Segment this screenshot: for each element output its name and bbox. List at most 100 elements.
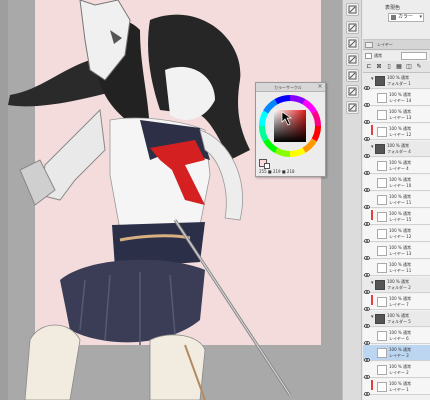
layer-name: レイヤー 1 — [389, 387, 409, 392]
folder-toggle-icon[interactable]: ▾ — [371, 76, 374, 82]
layer-tab[interactable]: レイヤー — [363, 40, 430, 50]
close-icon[interactable]: × — [317, 84, 323, 90]
eye-icon[interactable] — [364, 127, 370, 142]
folder-icon — [375, 144, 385, 154]
layer-toolbar: ⊏ ⊠ ▯ ▦ ◫ ✎ — [363, 61, 430, 134]
eye-icon[interactable] — [364, 331, 370, 346]
layer-tab-label: レイヤー — [377, 42, 393, 47]
layer-name: レイヤー 10 — [389, 183, 412, 188]
eye-icon[interactable] — [364, 76, 370, 91]
eye-icon[interactable] — [364, 280, 370, 295]
layer-blend-info: 100 % 通常 — [387, 143, 409, 148]
eye-icon[interactable] — [364, 178, 370, 193]
blend-mode-value: 通常 — [374, 53, 382, 58]
layer-blend-info: 100 % 通常 — [389, 92, 411, 97]
layer-row[interactable]: 100 % 通常 レイヤー 6 — [363, 328, 430, 346]
draft-icon[interactable]: ✎ — [415, 63, 423, 71]
eye-icon[interactable] — [364, 212, 370, 227]
tool-icon-1[interactable] — [346, 3, 359, 16]
layer-row[interactable]: 100 % 通常 レイヤー 3 — [363, 345, 430, 363]
eye-icon[interactable] — [364, 161, 370, 176]
layer-folder-row[interactable]: ▾ 100 % 通常 フォルダー 1 — [363, 73, 430, 91]
palette-body: 255 ■ 219 ■ 218 — [256, 93, 325, 177]
mask-icon[interactable]: ◫ — [405, 63, 413, 71]
clipping-marker — [371, 295, 373, 305]
layer-row[interactable]: 100 % 通常 レイヤー 1 — [363, 379, 430, 397]
eye-icon[interactable] — [364, 246, 370, 261]
layer-thumbnail — [377, 212, 387, 222]
tool-icon-3[interactable] — [346, 37, 359, 50]
layer-blend-info: 100 % 通常 — [389, 109, 411, 114]
layer-folder-row[interactable]: ▾ 100 % 通常 フォルダー 2 — [363, 277, 430, 295]
layer-name: レイヤー 6 — [389, 336, 409, 341]
layer-blend-info: 100 % 通常 — [389, 160, 411, 165]
eye-icon[interactable] — [364, 348, 370, 363]
layer-row[interactable]: 100 % 通常 レイヤー 13 — [363, 243, 430, 261]
eye-icon[interactable] — [364, 382, 370, 397]
layer-row[interactable]: 100 % 通常 レイヤー 11 — [363, 192, 430, 210]
lock-icon[interactable]: ▯ — [385, 63, 393, 71]
reference-layer-icon[interactable]: ⊠ — [375, 63, 383, 71]
eye-icon[interactable] — [364, 93, 370, 108]
clip-icon[interactable]: ⊏ — [365, 63, 373, 71]
layer-name: レイヤー 12 — [389, 234, 412, 239]
layer-row[interactable]: 100 % 通常 レイヤー 13 — [363, 107, 430, 125]
folder-toggle-icon[interactable]: ▾ — [371, 314, 374, 320]
layer-blend-info: 100 % 通常 — [389, 228, 411, 233]
tool-icon-6[interactable] — [346, 85, 359, 98]
property-label: 表現色 — [385, 5, 401, 11]
eye-icon[interactable] — [364, 144, 370, 159]
layer-blend-info: 100 % 通常 — [389, 245, 411, 250]
layer-name: フォルダー 1 — [387, 81, 411, 86]
folder-toggle-icon[interactable]: ▾ — [371, 280, 374, 286]
app-window: カラーサークル × 255 ■ 219 ■ 218 表現色 カラー ▾ レイヤー… — [0, 0, 430, 400]
opacity-slider[interactable] — [401, 52, 427, 60]
color-values: 255 ■ 219 ■ 218 — [259, 169, 295, 174]
layer-name: レイヤー 13 — [389, 115, 412, 120]
clipping-marker — [371, 380, 373, 390]
layer-folder-row[interactable]: ▾ 100 % 通常 フォルダー 4 — [363, 141, 430, 159]
layer-blend-info: 100 % 通常 — [389, 364, 411, 369]
eye-icon[interactable] — [364, 229, 370, 244]
layer-row[interactable]: 100 % 通常 レイヤー 15 — [363, 209, 430, 227]
color-wheel[interactable] — [256, 93, 325, 159]
layer-name: フォルダー 4 — [387, 149, 411, 154]
layer-name: レイヤー 14 — [389, 98, 412, 103]
folder-icon — [375, 314, 385, 324]
color-wheel-palette[interactable]: カラーサークル × 255 ■ 219 ■ 218 — [255, 82, 326, 177]
layer-blend-info: 100 % 通常 — [389, 262, 411, 267]
tool-icon-2[interactable] — [346, 21, 359, 34]
clipping-marker — [371, 210, 373, 220]
clipping-marker — [371, 125, 373, 135]
layer-name: レイヤー 3 — [389, 353, 409, 358]
color-mode-select[interactable]: カラー ▾ — [388, 13, 424, 22]
layer-row[interactable]: 100 % 通常 レイヤー 14 — [363, 90, 430, 108]
eye-icon[interactable] — [364, 195, 370, 210]
layer-row[interactable]: 100 % 通常 レイヤー 4 — [363, 158, 430, 176]
eye-icon[interactable] — [364, 263, 370, 278]
folder-toggle-icon[interactable]: ▾ — [371, 144, 374, 150]
layer-row[interactable]: 100 % 通常 レイヤー 2 — [363, 362, 430, 380]
layer-folder-row[interactable]: ▾ 100 % 通常 フォルダー 5 — [363, 311, 430, 329]
lock-transparent-icon[interactable]: ▦ — [395, 63, 403, 71]
tool-icon-7[interactable] — [346, 101, 359, 114]
character-artwork — [8, 0, 292, 400]
layer-thumbnail — [377, 348, 387, 358]
eye-icon[interactable] — [364, 365, 370, 380]
layer-tab-icon — [365, 42, 373, 48]
layer-row[interactable]: 100 % 通常 レイヤー 12 — [363, 226, 430, 244]
layer-row[interactable]: 100 % 通常 レイヤー 10 — [363, 175, 430, 193]
eye-icon[interactable] — [364, 314, 370, 329]
layer-row[interactable]: 100 % 通常 レイヤー 11 — [363, 260, 430, 278]
layer-thumbnail — [377, 246, 387, 256]
tool-icon-4[interactable] — [346, 53, 359, 66]
layer-row[interactable]: 100 % 通常 レイヤー 12 — [363, 124, 430, 142]
palette-title[interactable]: カラーサークル — [256, 83, 325, 92]
layer-row[interactable]: 100 % 通常 レイヤー 7 — [363, 294, 430, 312]
layer-blend-info: 100 % 通常 — [389, 211, 411, 216]
tool-icon-5[interactable] — [346, 69, 359, 82]
eye-icon[interactable] — [364, 110, 370, 125]
eye-icon[interactable] — [364, 297, 370, 312]
layer-name: レイヤー 12 — [389, 132, 412, 137]
blend-mode-row[interactable]: 通常 — [363, 51, 430, 61]
